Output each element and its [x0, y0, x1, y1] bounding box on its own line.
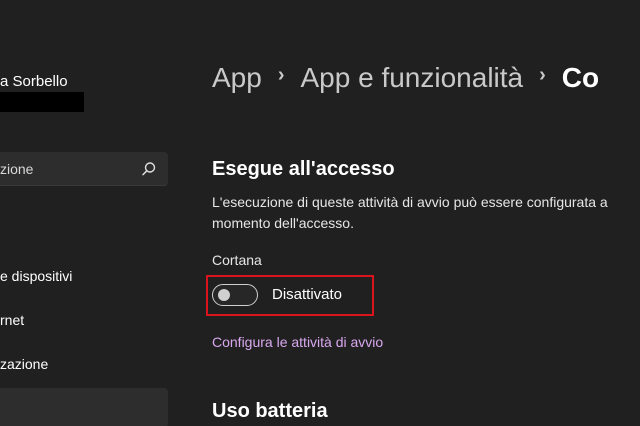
- sidebar: a Sorbello zione e dispositivi rnet zazi…: [0, 0, 185, 426]
- sidebar-item-personalization[interactable]: zazione: [0, 347, 168, 383]
- redacted-email: [0, 92, 84, 112]
- section-description: L'esecuzione di queste attività di avvio…: [212, 194, 608, 231]
- sidebar-item-label: e dispositivi: [0, 268, 73, 284]
- configure-startup-link[interactable]: Configura le attività di avvio: [212, 334, 383, 350]
- cortana-toggle[interactable]: [212, 284, 258, 306]
- sidebar-item-apps[interactable]: [0, 388, 168, 426]
- sidebar-item-label: rnet: [0, 312, 25, 328]
- startup-item-label: Cortana: [212, 252, 262, 268]
- search-box[interactable]: zione: [0, 152, 168, 186]
- sidebar-item-label: zazione: [0, 356, 49, 372]
- breadcrumb-item-current: Co: [561, 61, 600, 93]
- section-title-battery: Uso batteria: [212, 400, 328, 422]
- sidebar-item-devices[interactable]: e dispositivi: [0, 259, 168, 295]
- section-title-startup: Esegue all'accesso: [212, 158, 395, 180]
- search-input[interactable]: zione: [0, 161, 33, 177]
- search-icon[interactable]: [140, 160, 158, 178]
- toggle-knob: [218, 289, 230, 301]
- chevron-right-icon: ›: [539, 64, 546, 87]
- breadcrumb: App › App e funzionalità › Co: [212, 60, 599, 100]
- sidebar-item-network[interactable]: rnet: [0, 303, 168, 339]
- breadcrumb-item-apps-features[interactable]: App e funzionalità: [301, 62, 524, 94]
- breadcrumb-item-app[interactable]: App: [212, 62, 262, 94]
- chevron-right-icon: ›: [277, 64, 285, 87]
- toggle-state-label: Disattivato: [272, 286, 343, 303]
- settings-window: a Sorbello zione e dispositivi rnet zazi…: [0, 0, 640, 426]
- user-name: a Sorbello: [0, 73, 68, 90]
